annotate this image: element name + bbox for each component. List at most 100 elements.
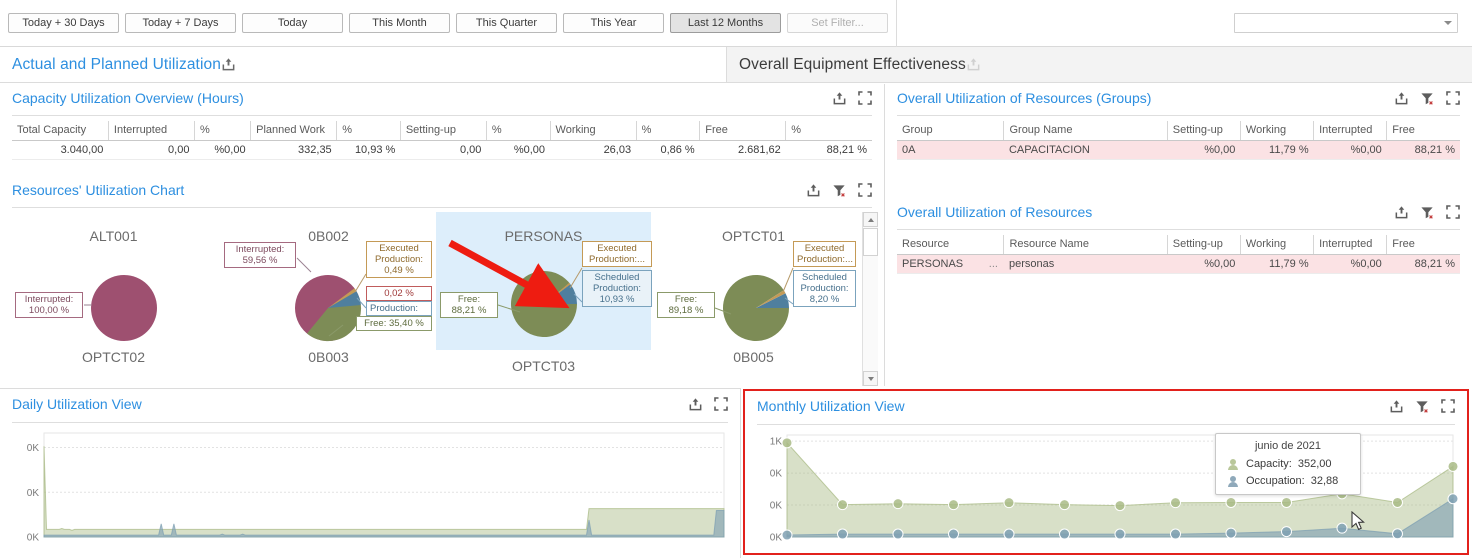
svg-text:0K: 0K: [770, 533, 783, 544]
column-header[interactable]: %: [636, 121, 700, 140]
pie-tile-personas[interactable]: PERSONAS Free: 88,21 % Executed Producti…: [436, 212, 651, 350]
column-header[interactable]: Group: [897, 121, 1004, 140]
column-header[interactable]: %: [337, 121, 401, 140]
clear-filter-icon[interactable]: [1420, 205, 1435, 220]
table-cell: 332,35: [251, 140, 337, 159]
daily-panel-title: Daily Utilization View: [0, 396, 688, 412]
filter-button-today[interactable]: Today: [242, 13, 343, 33]
column-header[interactable]: Total Capacity: [12, 121, 108, 140]
clear-filter-icon[interactable]: [1415, 399, 1430, 414]
export-icon[interactable]: [1394, 205, 1409, 220]
clear-filter-icon[interactable]: [1420, 91, 1435, 106]
pie-tile-alt001[interactable]: ALT001 Interrupted: 100,00 % OPTCT02: [6, 212, 221, 372]
filter-button-last-12-months[interactable]: Last 12 Months: [670, 13, 781, 33]
capacity-marker-icon: [1226, 457, 1240, 471]
column-header[interactable]: Free: [1387, 121, 1460, 140]
scroll-up-button[interactable]: [863, 212, 878, 227]
filter-select-area: [897, 13, 1472, 33]
export-icon[interactable]: [1389, 399, 1404, 414]
filter-button-this-month[interactable]: This Month: [349, 13, 450, 33]
pie-callout-interrupted: Interrupted: 59,56 %: [224, 242, 296, 268]
column-header[interactable]: Working: [550, 121, 636, 140]
expand-icon[interactable]: [858, 91, 872, 105]
table-cell: 0A: [897, 140, 1004, 159]
pie-callout-free: Free: 89,18 %: [657, 292, 715, 318]
pie-callout-other: 0,02 %: [366, 286, 432, 301]
expand-icon[interactable]: [858, 183, 872, 197]
chart-tooltip: junio de 2021 Capacity: 352,00 Occupatio…: [1215, 433, 1361, 495]
tooltip-occupation-text: Occupation:: [1246, 475, 1305, 487]
tooltip-title: junio de 2021: [1226, 440, 1350, 452]
monthly-utilization-panel: Monthly Utilization View 1K0K0K0K junio …: [743, 389, 1469, 555]
table-cell: %0,00: [194, 140, 250, 159]
pie-callout-scheduled-production: Scheduled Production: 8,20 %: [793, 270, 856, 307]
groups-panel-title: Overall Utilization of Resources (Groups…: [885, 90, 1394, 106]
daily-utilization-chart[interactable]: 0K0K0K: [8, 425, 732, 551]
column-header[interactable]: Free: [700, 121, 786, 140]
column-header[interactable]: Setting-up: [400, 121, 486, 140]
column-header[interactable]: Resource Name: [1004, 235, 1167, 254]
column-header[interactable]: Free: [1387, 235, 1460, 254]
table-cell: PERSONAS...: [897, 254, 1004, 273]
bottom-divider: [740, 388, 741, 558]
export-icon[interactable]: [688, 397, 703, 412]
table-cell: CAPACITACION: [1004, 140, 1167, 159]
table-cell: 0,86 %: [636, 140, 700, 159]
expand-icon[interactable]: [1441, 399, 1455, 413]
export-icon[interactable]: [806, 183, 821, 198]
column-header[interactable]: Interrupted: [108, 121, 194, 140]
filter-button-today-7-days[interactable]: Today + 7 Days: [125, 13, 236, 33]
filter-button-set-filter: Set Filter...: [787, 13, 888, 33]
pie-callout-scheduled-production: Scheduled Production: 10,93 %: [582, 270, 652, 307]
export-icon[interactable]: [221, 57, 236, 72]
column-header[interactable]: Group Name: [1004, 121, 1167, 140]
column-header[interactable]: %: [486, 121, 550, 140]
filter-button-this-quarter[interactable]: This Quarter: [456, 13, 557, 33]
pie-tile-0b002[interactable]: 0B002 Interrupted: 59,56 % Executed Prod…: [221, 212, 436, 372]
column-header[interactable]: %: [194, 121, 250, 140]
occupation-marker-icon: [1226, 474, 1240, 488]
table-cell: %0,00: [1314, 140, 1387, 159]
column-header[interactable]: Working: [1240, 121, 1313, 140]
table-cell: %0,00: [486, 140, 550, 159]
table-cell: 11,79 %: [1240, 140, 1313, 159]
column-header[interactable]: Interrupted: [1314, 121, 1387, 140]
pie-tile-optct01[interactable]: OPTCT01 Free: 89,18 % Executed Productio…: [651, 212, 856, 372]
expand-icon[interactable]: [714, 397, 728, 411]
scrollbar-thumb[interactable]: [863, 228, 878, 256]
filter-button-this-year[interactable]: This Year: [563, 13, 664, 33]
expand-icon[interactable]: [1446, 205, 1460, 219]
pie-callout-production: Production:: [366, 301, 432, 316]
table-cell: %0,00: [1167, 254, 1240, 273]
pie-panel-scrollbar[interactable]: [862, 212, 878, 386]
column-header[interactable]: Setting-up: [1167, 121, 1240, 140]
divider: [12, 422, 728, 423]
divider: [757, 424, 1455, 425]
export-icon[interactable]: [1394, 91, 1409, 106]
expand-icon[interactable]: [1446, 91, 1460, 105]
scroll-down-button[interactable]: [863, 371, 878, 386]
clear-filter-icon[interactable]: [832, 183, 847, 198]
export-icon[interactable]: [966, 57, 981, 72]
filter-dropdown[interactable]: [1234, 13, 1458, 33]
table-row[interactable]: PERSONAS...personas%0,0011,79 %%0,0088,2…: [897, 254, 1460, 273]
svg-text:0K: 0K: [27, 443, 40, 454]
filter-button-today-30-days[interactable]: Today + 30 Days: [8, 13, 119, 33]
pie-tile-name-bottom: OPTCT02: [6, 349, 221, 365]
column-header[interactable]: Resource: [897, 235, 1004, 254]
export-icon[interactable]: [832, 91, 847, 106]
column-header[interactable]: Interrupted: [1314, 235, 1387, 254]
table-row[interactable]: 0ACAPACITACION%0,0011,79 %%0,0088,21 %: [897, 140, 1460, 159]
column-header[interactable]: %: [786, 121, 872, 140]
column-header[interactable]: Planned Work: [251, 121, 337, 140]
pie-tiles-viewport: ALT001 Interrupted: 100,00 % OPTCT02 0B0…: [0, 212, 884, 386]
tooltip-row-occupation: Occupation: 32,88: [1226, 474, 1350, 488]
tooltip-capacity-value: 352,00: [1298, 458, 1332, 470]
column-header[interactable]: Working: [1240, 235, 1313, 254]
pie-callout-interrupted: Interrupted: 100,00 %: [15, 292, 83, 318]
pie-tile-name-bottom: OPTCT03: [436, 358, 651, 374]
svg-text:1K: 1K: [770, 437, 783, 448]
table-cell: %0,00: [1167, 140, 1240, 159]
column-header[interactable]: Setting-up: [1167, 235, 1240, 254]
table-row[interactable]: 3.040,000,00%0,00332,3510,93 %0,00%0,002…: [12, 140, 872, 159]
